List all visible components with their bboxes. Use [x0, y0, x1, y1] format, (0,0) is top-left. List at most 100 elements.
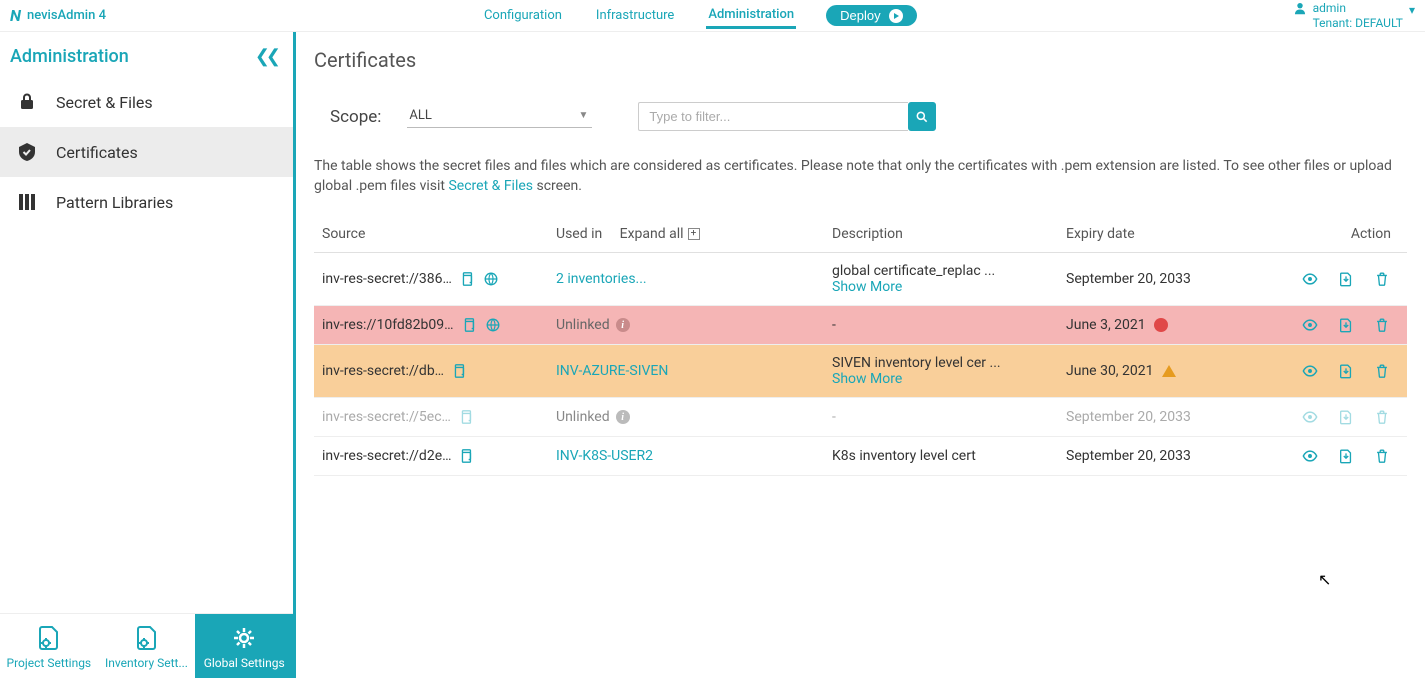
globe-icon [482, 270, 500, 288]
logo-icon: N [10, 6, 21, 25]
copy-icon[interactable] [458, 270, 476, 288]
scope-label: Scope: [330, 107, 381, 127]
sidebar-title: Administration [10, 46, 129, 67]
scope-value: ALL [409, 108, 431, 123]
view-icon[interactable] [1301, 270, 1319, 288]
table-row: inv-res-secret://5ec…Unlinkedi-September… [314, 398, 1407, 437]
cell-expiry: September 20, 2033 [1066, 448, 1191, 464]
tab-inventory-settings[interactable]: Inventory Sett... [98, 614, 196, 678]
th-description: Description [824, 216, 1058, 253]
search-icon [915, 109, 929, 125]
search-button[interactable] [908, 102, 936, 131]
nav-infrastructure[interactable]: Infrastructure [594, 4, 676, 27]
delete-icon[interactable] [1373, 447, 1391, 465]
info-icon[interactable]: i [616, 318, 630, 332]
user-menu[interactable]: admin Tenant: DEFAULT ▾ [1293, 1, 1415, 30]
table-header-row: Source Used in Expand all + Description … [314, 216, 1407, 253]
tab-project-settings[interactable]: Project Settings [0, 614, 98, 678]
brand[interactable]: N nevisAdmin 4 [10, 6, 106, 25]
cell-expiry: June 3, 2021 [1066, 317, 1146, 333]
copy-icon[interactable] [457, 447, 475, 465]
used-in-link[interactable]: INV-AZURE-SIVEN [556, 363, 668, 379]
th-expiry: Expiry date [1058, 216, 1290, 253]
tab-label: Inventory Sett... [105, 656, 188, 670]
sidebar-item-pattern-libraries[interactable]: Pattern Libraries [0, 177, 293, 227]
sidebar-item-label: Certificates [56, 143, 138, 162]
delete-icon[interactable] [1373, 362, 1391, 380]
shield-icon [16, 141, 38, 163]
user-name: admin [1313, 1, 1403, 15]
download-icon[interactable] [1337, 316, 1355, 334]
status-error-icon [1154, 318, 1168, 332]
delete-icon[interactable] [1373, 408, 1391, 426]
secret-files-link[interactable]: Secret & Files [448, 178, 533, 194]
table-row: inv-res-secret://db… INV-AZURE-SIVEN SIVEN… [314, 345, 1407, 398]
cell-expiry: June 30, 2021 [1066, 363, 1154, 379]
chevron-down-icon: ▾ [1409, 3, 1415, 17]
delete-icon[interactable] [1373, 316, 1391, 334]
used-in-link[interactable]: 2 inventories... [556, 271, 647, 287]
table-row: inv-res-secret://d2e… INV-K8S-USER2 K8s in… [314, 437, 1407, 476]
copy-icon[interactable] [460, 316, 478, 334]
view-icon[interactable] [1301, 316, 1319, 334]
cell-description: K8s inventory level cert [832, 448, 976, 464]
download-icon[interactable] [1337, 270, 1355, 288]
view-icon[interactable] [1301, 447, 1319, 465]
view-icon[interactable] [1301, 408, 1319, 426]
th-action: Action [1290, 216, 1407, 253]
sidebar-item-secret-files[interactable]: Secret & Files [0, 77, 293, 127]
cell-description: global certificate_replac ... [832, 263, 995, 279]
expand-icon: + [688, 228, 700, 240]
scope-select[interactable]: ALL ▼ [407, 106, 592, 128]
tab-label: Project Settings [7, 656, 92, 670]
used-in-unlinked: Unlinkedi [556, 317, 630, 333]
table-row: inv-res://10fd82b09… Unlinkedi - June 3, 20… [314, 306, 1407, 345]
view-icon[interactable] [1301, 362, 1319, 380]
status-warning-icon [1162, 365, 1176, 377]
table-row: inv-res-secret://386…2 inventories...glo… [314, 253, 1407, 306]
cell-source: inv-res-secret://d2e… [322, 448, 451, 464]
lock-icon [16, 91, 38, 113]
tab-global-settings[interactable]: Global Settings [195, 614, 293, 678]
cell-description: - [832, 317, 836, 333]
page-title: Certificates [314, 48, 1407, 72]
sidebar: Administration ❮❮ Secret & Files Certifi… [0, 32, 296, 678]
cell-source: inv-res://10fd82b09… [322, 317, 454, 333]
cell-description: SIVEN inventory level cer ... [832, 355, 1001, 371]
filter-input[interactable] [638, 102, 908, 131]
info-text: The table shows the secret files and fil… [314, 157, 1407, 196]
delete-icon[interactable] [1373, 270, 1391, 288]
cell-source: inv-res-secret://5ec… [322, 409, 451, 425]
tab-label: Global Settings [204, 656, 285, 670]
cell-source: inv-res-secret://db… [322, 363, 444, 379]
show-more-link[interactable]: Show More [832, 371, 1050, 387]
nav-administration[interactable]: Administration [706, 3, 796, 29]
th-source: Source [314, 216, 548, 253]
sidebar-item-certificates[interactable]: Certificates [0, 127, 293, 177]
expand-all-button[interactable]: Expand all + [620, 226, 700, 242]
topbar: N nevisAdmin 4 Configuration Infrastruct… [0, 0, 1425, 32]
sidebar-footer: Project Settings Inventory Sett... Globa… [0, 613, 293, 678]
nav-configuration[interactable]: Configuration [482, 4, 564, 27]
download-icon[interactable] [1337, 362, 1355, 380]
play-icon [889, 9, 903, 23]
user-tenant: Tenant: DEFAULT [1313, 16, 1403, 30]
used-in-link[interactable]: INV-K8S-USER2 [556, 448, 653, 464]
cell-expiry: September 20, 2033 [1066, 409, 1191, 425]
library-icon [16, 191, 38, 213]
deploy-label: Deploy [840, 8, 880, 23]
user-icon [1293, 1, 1307, 18]
download-icon[interactable] [1337, 447, 1355, 465]
collapse-sidebar-icon[interactable]: ❮❮ [255, 46, 277, 67]
show-more-link[interactable]: Show More [832, 279, 1050, 295]
certificates-table: Source Used in Expand all + Description … [314, 216, 1407, 476]
deploy-button[interactable]: Deploy [826, 5, 916, 26]
info-icon[interactable]: i [616, 410, 630, 424]
sidebar-item-label: Secret & Files [56, 93, 153, 112]
globe-icon [484, 316, 502, 334]
brand-label: nevisAdmin 4 [27, 8, 106, 23]
copy-icon[interactable] [450, 362, 468, 380]
th-used-in: Used in Expand all + [548, 216, 824, 253]
copy-icon[interactable] [457, 408, 475, 426]
download-icon[interactable] [1337, 408, 1355, 426]
